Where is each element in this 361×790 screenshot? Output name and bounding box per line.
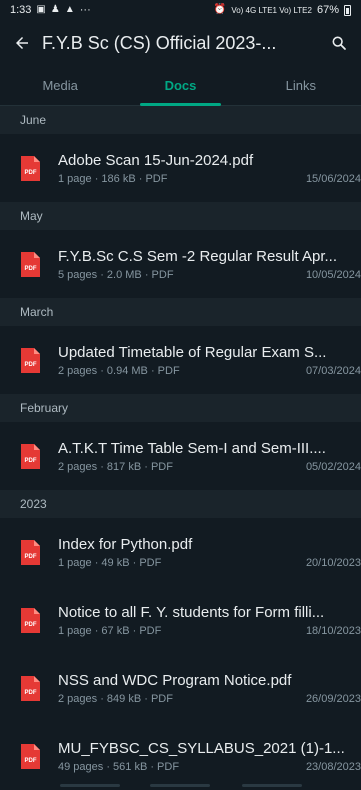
tab-links[interactable]: Links <box>241 66 361 105</box>
document-meta-line: 49 pages · 561 kB · PDF 23/08/2023 <box>58 761 361 773</box>
document-date: 18/10/2023 <box>305 624 361 637</box>
battery-percent: 67% <box>316 4 339 16</box>
document-meta-line: 1 page · 186 kB · PDF 15/06/2024 <box>58 173 361 185</box>
document-date: 26/09/2023 <box>305 692 361 705</box>
document-row[interactable]: PDF F.Y.B.Sc C.S Sem -2 Regular Result A… <box>0 230 361 298</box>
tab-docs[interactable]: Docs <box>120 66 240 106</box>
document-name: A.T.K.T Time Table Sem-I and Sem-III.... <box>58 439 326 457</box>
status-time: 1:33 <box>10 4 32 16</box>
document-meta-line: 2 pages · 0.94 MB · PDF 07/03/2024 <box>58 365 361 377</box>
document-meta-line: 1 page · 49 kB · PDF 20/10/2023 <box>58 557 361 569</box>
document-name: Updated Timetable of Regular Exam S... <box>58 343 327 361</box>
svg-text:PDF: PDF <box>25 266 37 272</box>
document-text: MU_FYBSC_CS_SYLLABUS_2021 (1)-1... 49 pag… <box>58 740 361 773</box>
document-name: MU_FYBSC_CS_SYLLABUS_2021 (1)-1... <box>58 739 345 757</box>
document-meta: 1 page · 49 kB · PDF <box>58 556 162 569</box>
document-text: Updated Timetable of Regular Exam S... 2 … <box>58 344 361 377</box>
document-meta: 5 pages · 2.0 MB · PDF <box>58 268 174 281</box>
svg-text:PDF: PDF <box>25 690 37 696</box>
docs-list: June PDF Adobe Scan 15-Jun-2024.pdf 1 pag… <box>0 106 361 790</box>
document-text: Notice to all F. Y. students for Form fi… <box>58 604 361 637</box>
svg-text:PDF: PDF <box>25 622 37 628</box>
page-title: F.Y.B Sc (CS) Official 2023-... <box>42 32 277 53</box>
document-text: Adobe Scan 15-Jun-2024.pdf 1 page · 186 k… <box>58 152 361 185</box>
nav-recents-hint[interactable] <box>242 784 302 787</box>
document-name: Index for Python.pdf <box>58 535 193 553</box>
document-row[interactable]: PDF Index for Python.pdf 1 page · 49 kB ·… <box>0 518 361 586</box>
back-button[interactable] <box>6 27 38 59</box>
search-button[interactable] <box>325 27 353 59</box>
document-date: 07/03/2024 <box>305 364 361 377</box>
document-date: 15/06/2024 <box>305 172 361 185</box>
document-row[interactable]: PDF NSS and WDC Program Notice.pdf 2 page… <box>0 654 361 722</box>
document-name: Notice to all F. Y. students for Form fi… <box>58 603 325 621</box>
document-meta: 2 pages · 849 kB · PDF <box>58 692 173 705</box>
document-meta-line: 5 pages · 2.0 MB · PDF 10/05/2024 <box>58 269 361 281</box>
section-header: June <box>0 106 361 134</box>
alarm-icon: ⏰ <box>213 4 227 15</box>
document-date: 23/08/2023 <box>305 760 361 773</box>
svg-text:PDF: PDF <box>25 758 37 764</box>
arrow-left-icon <box>16 37 28 49</box>
document-meta-line: 1 page · 67 kB · PDF 18/10/2023 <box>58 625 361 637</box>
gallery-icon: ▣ <box>36 4 46 15</box>
section-header: May <box>0 202 361 230</box>
nav-home-hint[interactable] <box>150 784 210 787</box>
document-meta: 1 page · 67 kB · PDF <box>58 624 162 637</box>
document-meta: 2 pages · 0.94 MB · PDF <box>58 364 180 377</box>
pdf-file-icon: PDF <box>20 607 41 634</box>
photo-icon: ▲ <box>64 4 75 15</box>
document-name: Adobe Scan 15-Jun-2024.pdf <box>58 151 254 169</box>
svg-text:PDF: PDF <box>25 170 37 176</box>
document-date: 20/10/2023 <box>305 556 361 569</box>
document-meta: 2 pages · 817 kB · PDF <box>58 460 173 473</box>
pdf-file-icon: PDF <box>20 443 41 470</box>
navigation-bar <box>0 781 361 789</box>
pdf-file-icon: PDF <box>20 251 41 278</box>
document-text: A.T.K.T Time Table Sem-I and Sem-III....… <box>58 440 361 473</box>
document-row[interactable]: PDF Adobe Scan 15-Jun-2024.pdf 1 page · 1… <box>0 134 361 202</box>
svg-text:PDF: PDF <box>25 458 37 464</box>
status-left: 1:33 ▣ ♟ ▲ ··· <box>10 4 91 16</box>
status-bar: 1:33 ▣ ♟ ▲ ··· ⏰ Vo) 4G LTE1 Vo) LTE2 67… <box>0 0 361 20</box>
person-icon: ♟ <box>50 4 60 15</box>
document-meta: 49 pages · 561 kB · PDF <box>58 760 180 773</box>
document-meta: 1 page · 186 kB · PDF <box>58 172 168 185</box>
network-indicator: Vo) 4G LTE1 Vo) LTE2 <box>231 5 312 15</box>
document-date: 10/05/2024 <box>305 268 361 281</box>
document-meta-line: 2 pages · 817 kB · PDF 05/02/2024 <box>58 461 361 473</box>
svg-text:PDF: PDF <box>25 554 37 560</box>
document-row[interactable]: PDF A.T.K.T Time Table Sem-I and Sem-III… <box>0 422 361 490</box>
section-header: March <box>0 298 361 326</box>
pdf-file-icon: PDF <box>20 347 41 374</box>
pdf-file-icon: PDF <box>20 743 41 770</box>
document-row[interactable]: PDF Updated Timetable of Regular Exam S.… <box>0 326 361 394</box>
document-name: NSS and WDC Program Notice.pdf <box>58 671 292 689</box>
document-name: F.Y.B.Sc C.S Sem -2 Regular Result Apr..… <box>58 247 338 265</box>
document-meta-line: 2 pages · 849 kB · PDF 26/09/2023 <box>58 693 361 705</box>
nav-back-hint[interactable] <box>60 784 120 787</box>
media-tabs: Media Docs Links <box>0 66 361 106</box>
section-header: February <box>0 394 361 422</box>
document-text: Index for Python.pdf 1 page · 49 kB · PDF… <box>58 536 361 569</box>
pdf-file-icon: PDF <box>20 539 41 566</box>
status-right: ⏰ Vo) 4G LTE1 Vo) LTE2 67% <box>214 4 351 16</box>
search-icon <box>332 36 346 50</box>
document-date: 05/02/2024 <box>305 460 361 473</box>
document-row[interactable]: PDF MU_FYBSC_CS_SYLLABUS_2021 (1)-1... 49… <box>0 722 361 790</box>
pdf-file-icon: PDF <box>20 675 41 702</box>
document-row[interactable]: PDF Notice to all F. Y. students for For… <box>0 586 361 654</box>
section-header: 2023 <box>0 490 361 518</box>
battery-icon <box>344 4 351 16</box>
app-bar: F.Y.B Sc (CS) Official 2023-... <box>0 20 361 66</box>
status-more: ··· <box>79 4 91 16</box>
pdf-file-icon: PDF <box>20 155 41 182</box>
document-text: F.Y.B.Sc C.S Sem -2 Regular Result Apr..… <box>58 248 361 281</box>
document-text: NSS and WDC Program Notice.pdf 2 pages · … <box>58 672 361 705</box>
svg-text:PDF: PDF <box>25 362 37 368</box>
tab-media[interactable]: Media <box>0 66 120 105</box>
